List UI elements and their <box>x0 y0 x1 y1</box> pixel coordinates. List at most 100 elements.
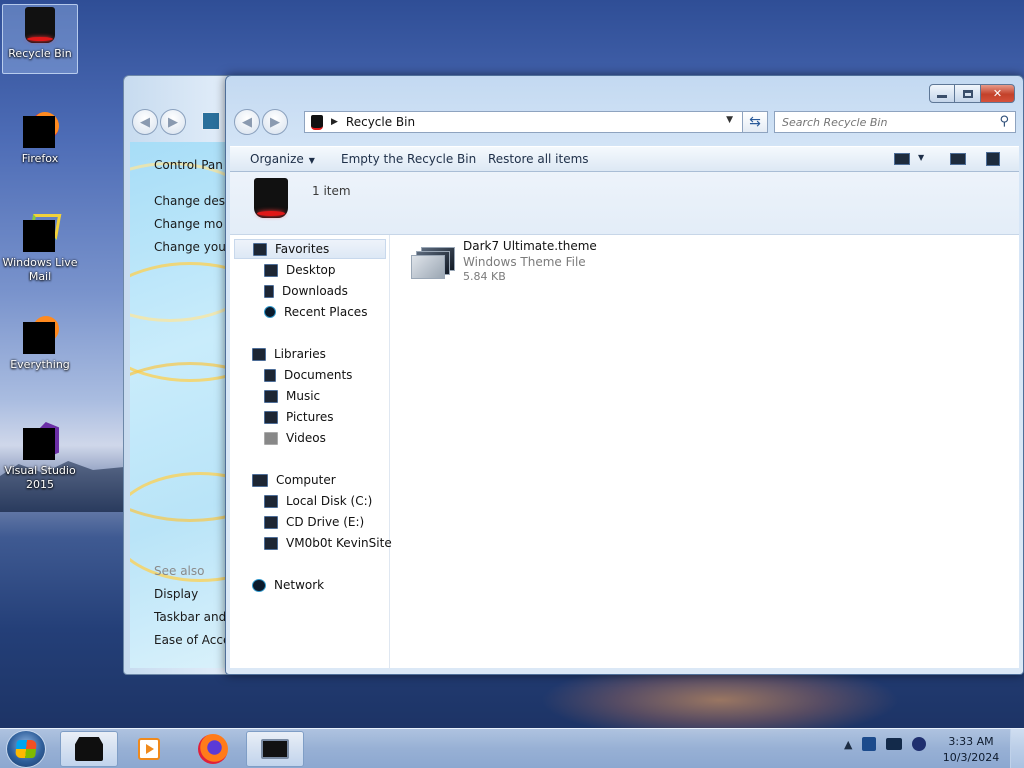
nav-label: Desktop <box>286 263 336 277</box>
nav-local-disk[interactable]: Local Disk (C:) <box>264 494 372 508</box>
control-panel-window[interactable]: ◀ ▶ Control Pan Change desl Change mo Ch… <box>123 75 233 675</box>
desktop-icon-recycle-bin[interactable]: Recycle Bin <box>2 4 78 74</box>
clock-time: 3:33 AM <box>948 735 994 748</box>
preview-pane-icon[interactable] <box>950 153 966 165</box>
navigation-pane: Favorites Desktop Downloads Recent Place… <box>230 235 392 669</box>
close-button[interactable]: ✕ <box>981 84 1015 103</box>
nav-label: Recent Places <box>284 305 368 319</box>
file-item[interactable]: Dark7 Ultimate.theme Windows Theme File … <box>411 239 601 285</box>
visual-studio-icon <box>23 422 59 460</box>
computer-icon <box>252 473 268 487</box>
nav-label: Videos <box>286 431 326 445</box>
desktop-icon-visual-studio[interactable]: Visual Studio 2015 <box>2 422 78 492</box>
hard-drive-icon <box>264 494 278 508</box>
taskbar-firefox-button[interactable] <box>184 731 242 767</box>
cp-back-button[interactable]: ◀ <box>132 109 158 135</box>
nav-label: Favorites <box>275 242 330 256</box>
nav-desktop[interactable]: Desktop <box>264 263 336 277</box>
star-icon <box>253 242 267 256</box>
nav-recent-places[interactable]: Recent Places <box>264 305 367 319</box>
system-tray: ▲ <box>844 737 936 751</box>
nav-documents[interactable]: Documents <box>264 368 352 382</box>
desktop-icon-firefox[interactable]: Firefox <box>2 112 78 166</box>
help-icon[interactable] <box>986 152 1000 166</box>
cp-link-change-account[interactable]: Change you <box>154 240 226 254</box>
desktop-icon-label: Recycle Bin <box>8 47 72 60</box>
desktop-icon-label: Visual Studio 2015 <box>4 464 76 491</box>
taskbar-media-player-button[interactable] <box>120 731 178 767</box>
restore-all-items-button[interactable]: Restore all items <box>488 152 589 166</box>
minimize-icon <box>937 95 947 98</box>
firefox-icon <box>198 734 228 764</box>
show-hidden-icons-button[interactable]: ▲ <box>844 738 852 751</box>
windows-logo-icon <box>15 740 37 758</box>
volume-icon[interactable] <box>912 737 927 751</box>
search-icon[interactable]: ⚲ <box>999 114 1009 129</box>
item-count: 1 item <box>312 184 351 198</box>
organize-label: Organize <box>250 152 304 166</box>
mail-icon <box>23 214 62 252</box>
network-icon[interactable] <box>886 738 903 750</box>
recycle-bin-window[interactable]: ✕ ◀ ▶ ▶ Recycle Bin ▼ ⇆ ⚲ Organize ▼ Empt… <box>225 75 1024 675</box>
cp-link-change-desktop[interactable]: Change desl <box>154 194 228 208</box>
desktop-icon <box>264 263 278 277</box>
start-button[interactable] <box>6 730 46 768</box>
recycle-bin-icon <box>311 114 323 130</box>
breadcrumb-separator-icon[interactable]: ▶ <box>331 117 338 127</box>
search-input[interactable] <box>782 115 982 129</box>
taskbar-recycle-bin-button[interactable] <box>60 731 118 767</box>
nav-label: Downloads <box>282 284 348 298</box>
cp-link-control-panel-home[interactable]: Control Pan <box>154 158 223 172</box>
nav-computer[interactable]: Computer <box>252 473 336 487</box>
nav-cd-drive[interactable]: CD Drive (E:) <box>264 515 364 529</box>
chevron-down-icon: ▼ <box>308 156 315 165</box>
cp-address-icon <box>202 112 220 130</box>
maximize-button[interactable] <box>955 84 981 103</box>
recycle-bin-icon <box>25 7 55 43</box>
nav-label: Network <box>274 578 325 592</box>
clock[interactable]: 3:33 AM 10/3/2024 <box>940 734 1002 766</box>
cp-see-also-heading: See also <box>154 564 205 578</box>
cp-link-change-mouse[interactable]: Change mo <box>154 217 223 231</box>
search-box[interactable]: ⚲ <box>774 111 1016 133</box>
file-type: Windows Theme File <box>463 255 586 269</box>
nav-pictures[interactable]: Pictures <box>264 410 334 424</box>
show-desktop-button[interactable] <box>1010 729 1024 768</box>
address-bar[interactable]: ▶ Recycle Bin ▼ <box>304 111 766 133</box>
nav-favorites[interactable]: Favorites <box>234 239 386 259</box>
nav-label: Local Disk (C:) <box>286 494 373 508</box>
desktop-icon-everything[interactable]: Everything <box>2 316 78 372</box>
cp-link-display[interactable]: Display <box>154 587 198 601</box>
nav-libraries[interactable]: Libraries <box>252 347 326 361</box>
address-dropdown-icon[interactable]: ▼ <box>726 115 733 125</box>
navigation-bar: ◀ ▶ ▶ Recycle Bin ▼ ⇆ ⚲ <box>234 109 1016 135</box>
nav-videos[interactable]: Videos <box>264 431 326 445</box>
arrow-right-icon: ▶ <box>270 114 280 130</box>
taskbar-explorer-button[interactable] <box>246 731 304 767</box>
forward-button[interactable]: ▶ <box>262 109 288 135</box>
desktop-icon-windows-live-mail[interactable]: Windows Live Mail <box>2 214 78 284</box>
nav-label: Computer <box>276 473 336 487</box>
cp-link-ease-of-access[interactable]: Ease of Acce <box>154 633 230 647</box>
maximize-icon <box>962 89 973 98</box>
minimize-button[interactable] <box>929 84 955 103</box>
nav-label: Music <box>286 389 321 403</box>
back-button[interactable]: ◀ <box>234 109 260 135</box>
downloads-icon <box>264 284 274 298</box>
nav-network[interactable]: Network <box>252 578 324 592</box>
refresh-button[interactable]: ⇆ <box>742 111 768 133</box>
breadcrumb-recycle-bin[interactable]: Recycle Bin <box>346 115 415 129</box>
action-center-icon[interactable] <box>862 737 877 751</box>
view-options-chevron-icon[interactable]: ▼ <box>918 153 924 162</box>
nav-network-share[interactable]: VM0b0t KevinSite <box>264 536 392 550</box>
nav-music[interactable]: Music <box>264 389 320 403</box>
cd-drive-icon <box>264 515 278 529</box>
organize-button[interactable]: Organize ▼ <box>250 152 315 166</box>
empty-recycle-bin-button[interactable]: Empty the Recycle Bin <box>341 152 476 166</box>
cp-link-taskbar[interactable]: Taskbar and <box>154 610 226 624</box>
change-view-icon[interactable] <box>894 153 910 165</box>
desktop-icon-label: Everything <box>10 358 70 371</box>
cp-forward-button[interactable]: ▶ <box>160 109 186 135</box>
nav-downloads[interactable]: Downloads <box>264 284 348 298</box>
arrow-left-icon: ◀ <box>242 114 252 130</box>
